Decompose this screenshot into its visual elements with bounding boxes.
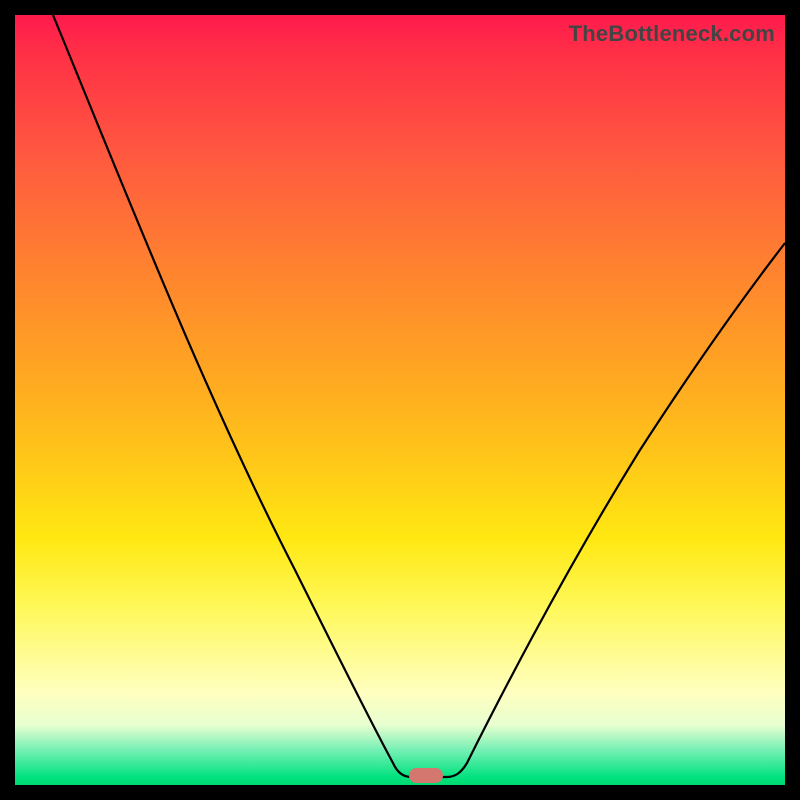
chart-plot-area: TheBottleneck.com (15, 15, 785, 785)
optimal-point-marker (409, 768, 443, 783)
bottleneck-curve (15, 15, 785, 785)
bottleneck-curve-left (53, 15, 411, 777)
bottleneck-curve-right (447, 243, 785, 777)
